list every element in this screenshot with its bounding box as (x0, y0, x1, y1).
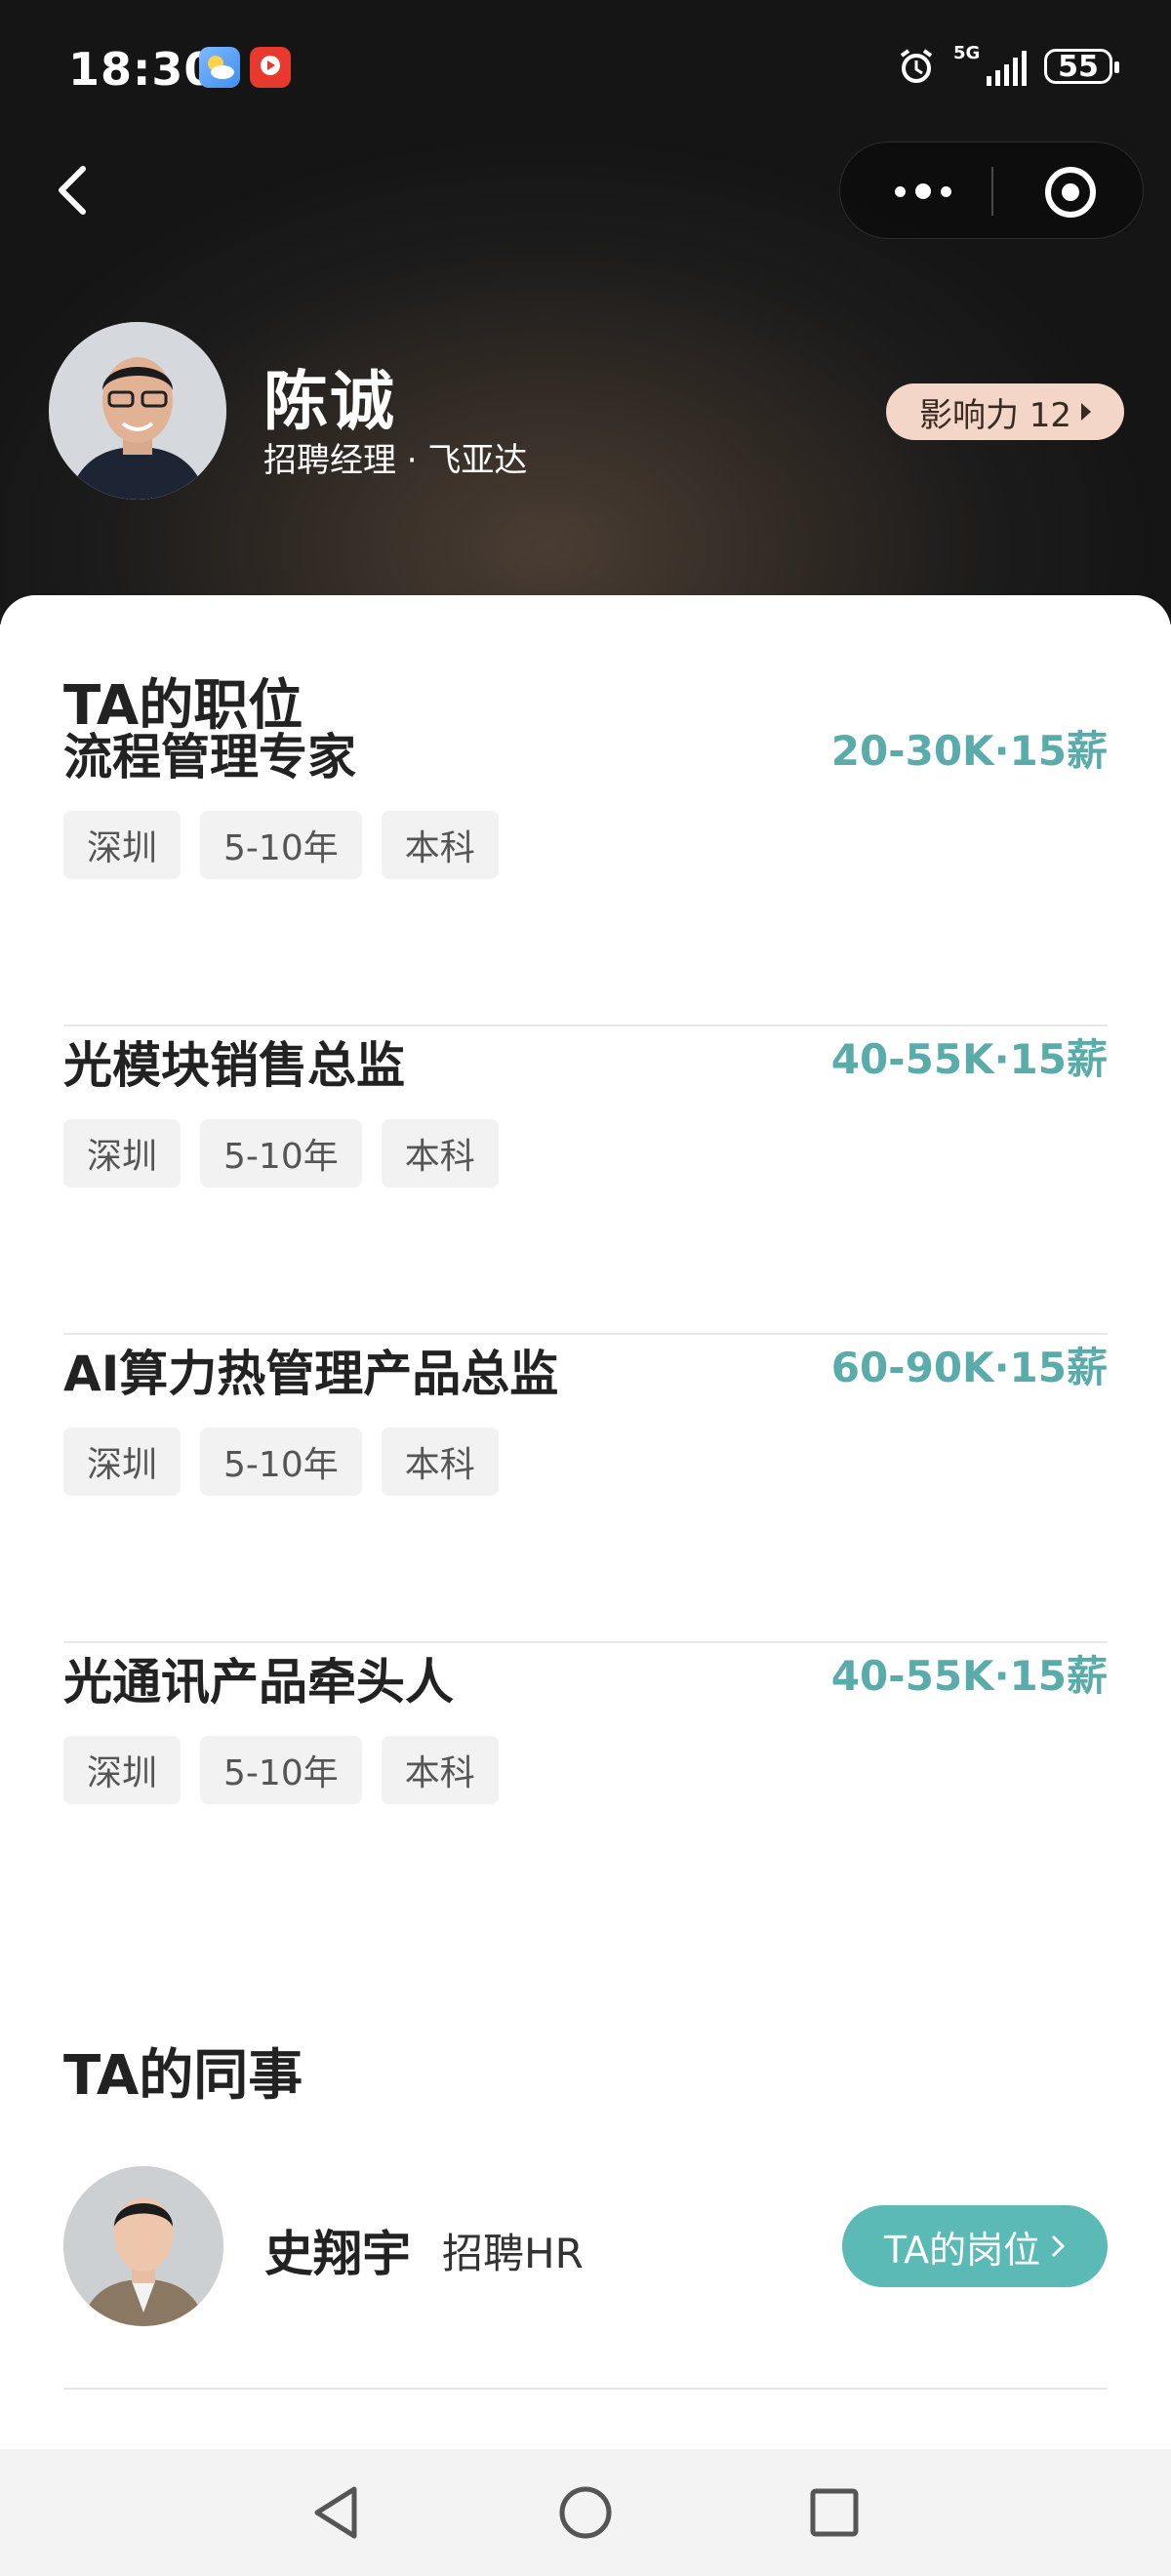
chevron-right-icon (1081, 403, 1092, 421)
avatar[interactable] (49, 322, 226, 500)
job-title: 流程管理专家 (63, 729, 356, 785)
nav-home-icon (559, 2486, 612, 2539)
nav-back-button[interactable] (303, 2478, 371, 2547)
colleague-avatar[interactable] (63, 2166, 223, 2326)
divider (63, 2388, 1108, 2390)
tag-experience: 5-10年 (200, 1736, 362, 1804)
job-title: AI算力热管理产品总监 (63, 1346, 559, 1402)
job-item[interactable]: AI算力热管理产品总监 60-90K·15薪 深圳 5-10年 本科 (63, 1335, 1108, 1643)
back-button[interactable] (54, 161, 93, 220)
tag-experience: 5-10年 (200, 811, 362, 879)
status-bar: 18:30 5G 55 (68, 43, 1119, 101)
tag-experience: 5-10年 (200, 1428, 362, 1496)
nav-recents-icon (810, 2488, 859, 2537)
battery-icon: 55 (1044, 49, 1119, 84)
tag-education: 本科 (381, 1428, 499, 1496)
system-navigation-bar (0, 2449, 1171, 2576)
job-salary: 40-55K·15薪 (830, 1652, 1108, 1700)
tag-education: 本科 (381, 1119, 499, 1187)
profile-name: 陈诚 (263, 364, 396, 439)
capsule-divider (991, 167, 993, 216)
signal-icon: 5G (953, 43, 1027, 86)
network-type: 5G (953, 43, 981, 63)
influence-badge[interactable]: 影响力 12 (886, 383, 1124, 440)
tag-location: 深圳 (63, 1428, 182, 1496)
tag-location: 深圳 (63, 811, 182, 879)
profile-header: 18:30 5G 55 陈诚 招聘经理 · 飞亚达 影响力 12 (0, 0, 1171, 624)
job-salary: 40-55K·15薪 (830, 1035, 1108, 1083)
colleague-jobs-button[interactable]: TA的岗位 (842, 2205, 1108, 2287)
nav-recents-button[interactable] (800, 2478, 868, 2547)
mini-program-capsule (839, 141, 1144, 239)
video-app-icon (250, 47, 291, 88)
job-salary: 20-30K·15薪 (830, 727, 1108, 775)
profile-subtitle: 招聘经理 · 飞亚达 (263, 441, 528, 480)
weather-app-icon (199, 47, 240, 88)
battery-level: 55 (1058, 49, 1099, 84)
job-salary: 60-90K·15薪 (830, 1344, 1108, 1391)
job-title: 光通讯产品牵头人 (63, 1654, 454, 1711)
tag-location: 深圳 (63, 1736, 182, 1804)
tag-education: 本科 (381, 811, 499, 879)
colleagues-section-title: TA的同事 (63, 2044, 303, 2108)
more-icon (895, 185, 906, 197)
more-button[interactable] (879, 162, 967, 221)
influence-label: 影响力 12 (918, 395, 1072, 435)
tag-experience: 5-10年 (200, 1119, 362, 1187)
close-mini-program-icon[interactable] (1045, 167, 1096, 218)
job-item[interactable]: 流程管理专家 20-30K·15薪 深圳 5-10年 本科 (63, 718, 1108, 1026)
job-title: 光模块销售总监 (63, 1037, 405, 1094)
colleague-jobs-label: TA的岗位 (883, 2228, 1041, 2272)
colleague-item: 史翔宇 招聘HR TA的岗位 (63, 2166, 1108, 2326)
back-icon (59, 166, 86, 215)
job-item[interactable]: 光模块销售总监 40-55K·15薪 深圳 5-10年 本科 (63, 1026, 1108, 1335)
tag-education: 本科 (381, 1736, 499, 1804)
job-item[interactable]: 光通讯产品牵头人 40-55K·15薪 深圳 5-10年 本科 (63, 1643, 1108, 1897)
tag-location: 深圳 (63, 1119, 182, 1187)
colleague-name: 史翔宇 (264, 2226, 411, 2282)
nav-home-button[interactable] (551, 2478, 620, 2547)
status-time: 18:30 (68, 43, 217, 96)
chevron-right-icon (1052, 2234, 1066, 2258)
colleague-role: 招聘HR (442, 2230, 584, 2277)
alarm-icon (900, 49, 933, 83)
nav-back-icon (314, 2486, 357, 2539)
